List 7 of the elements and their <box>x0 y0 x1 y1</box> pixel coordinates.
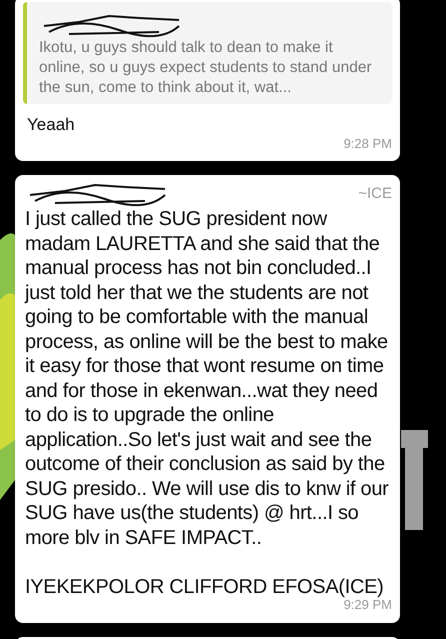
quoted-message[interactable]: Ikotu, u guys should talk to dean to make it online, so u guys expect students to stand under the sun, come to think about it, wat... <box>23 2 392 104</box>
quoted-text: Ikotu, u guys should talk to dean to make it online, so u guys expect students to stand under the sun, come to think about it, wat... <box>39 38 373 98</box>
message-text: Yeaah <box>26 114 76 136</box>
message-text: I just called the SUG president now madam LAURETTA and she said that the manual process has not bin concluded..I just told her that we the students are not going to be comfortable with the manual process, as online will be the best to make it easy for those that wont resume on time and for those in ekenwan...wat they need to do is to upgrade the online application..So let's just wait and see the outcome of their conclusion as said by the SUG presido.. We will use dis to knw if our SUG have us(the students) @ hrt...I so more blv in SAFE IMPACT.. IYEKEKPOLOR CLIFFORD EFOSA(ICE) <box>24 207 390 599</box>
message-time: 9:29 PM <box>344 597 392 614</box>
message-time: 9:28 PM <box>344 134 392 152</box>
sender-alias: ~ICE <box>358 184 392 204</box>
